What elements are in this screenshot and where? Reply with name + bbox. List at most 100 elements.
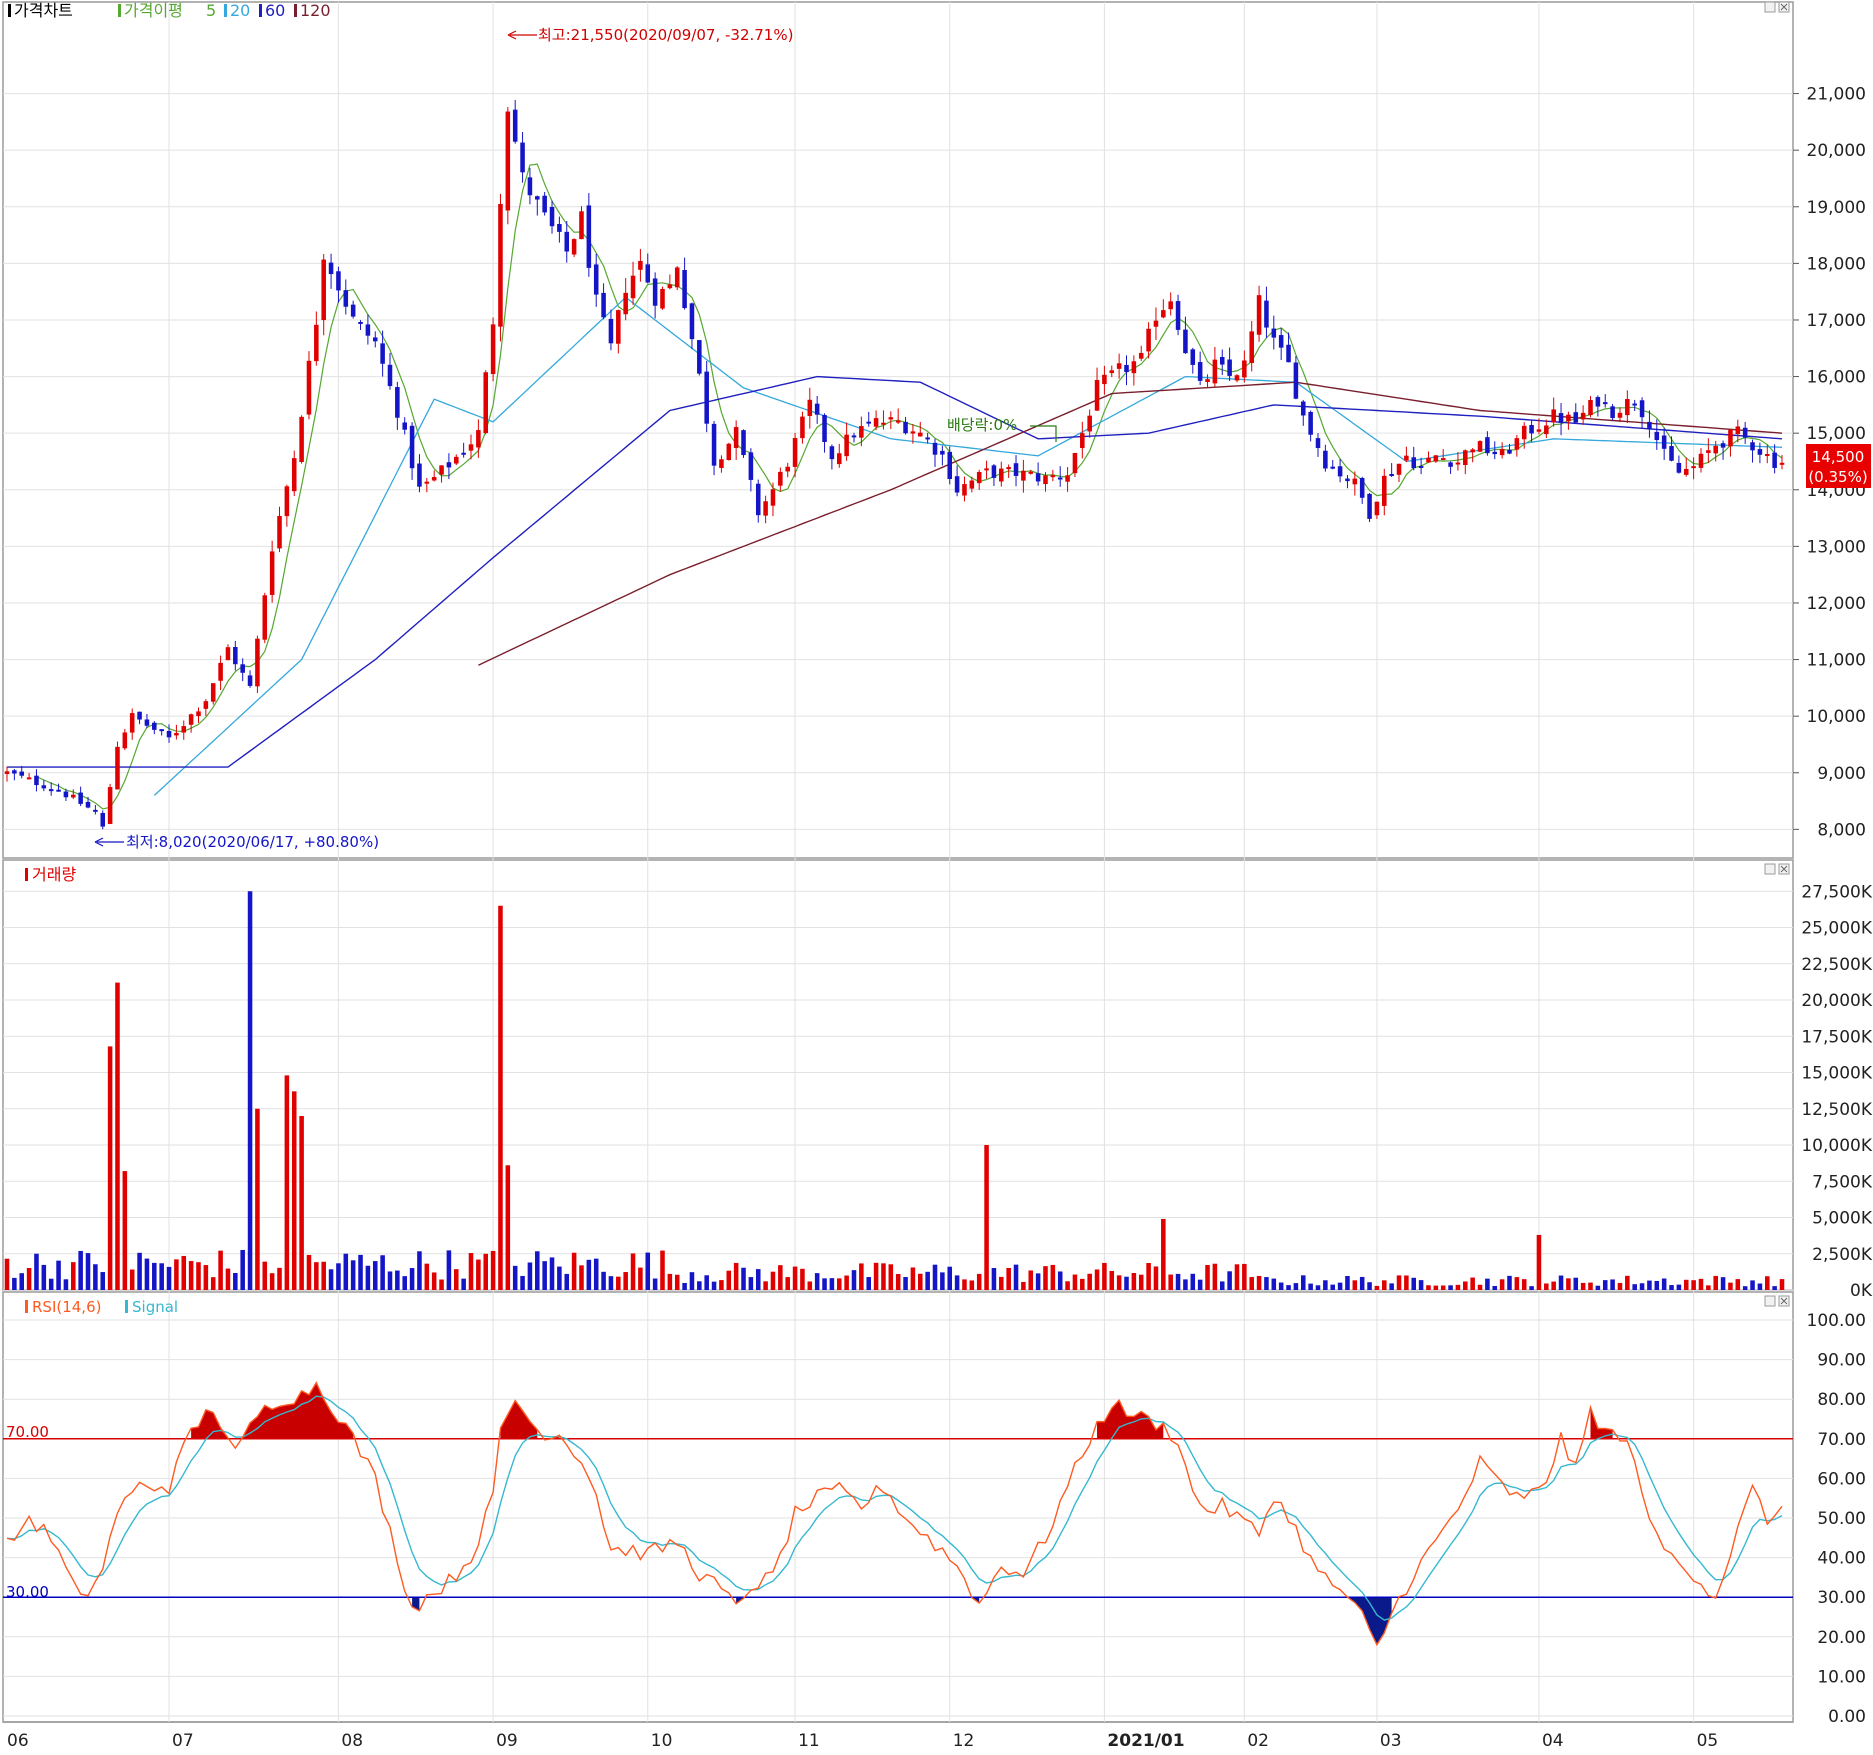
volume-bar-down <box>1323 1280 1328 1290</box>
candle-down <box>1411 457 1417 469</box>
candle-up <box>129 713 135 733</box>
x-tick-label: 11 <box>798 1731 820 1751</box>
volume-bar-down <box>1271 1278 1277 1290</box>
signal-legend: Signal <box>132 1298 178 1316</box>
candle-down <box>358 321 363 324</box>
volume-bar-down <box>1595 1285 1601 1290</box>
candle-up <box>660 288 665 309</box>
volume-bar-down <box>1448 1285 1453 1290</box>
candle-down <box>343 290 349 307</box>
volume-bar-up <box>1566 1278 1571 1290</box>
volume-bar-down <box>829 1278 835 1290</box>
volume-bar-down <box>41 1264 47 1290</box>
volume-bar-up <box>1683 1279 1689 1290</box>
candle-up <box>763 501 768 516</box>
volume-bar-down <box>822 1278 827 1290</box>
x-tick-label: 04 <box>1542 1731 1564 1751</box>
candle-up <box>1440 458 1446 461</box>
volume-tick-label: 17,500K <box>1801 1027 1872 1047</box>
candle-up <box>1514 438 1520 450</box>
volume-bar-up <box>778 1265 783 1290</box>
candle-down <box>409 425 415 469</box>
candle-up <box>299 416 304 462</box>
candle-down <box>549 207 555 227</box>
price-tick-label: 13,000 <box>1807 537 1866 557</box>
candle-down <box>704 371 709 424</box>
candle-down <box>93 809 98 812</box>
candle-down <box>1345 478 1350 482</box>
candle-down <box>689 303 695 340</box>
volume-bar-up <box>1625 1275 1630 1290</box>
volume-bar-down <box>1558 1275 1564 1290</box>
volume-bar-down <box>350 1260 356 1290</box>
minimize-icon[interactable] <box>1764 1295 1776 1307</box>
candle-up <box>1131 361 1137 374</box>
candle-down <box>1610 406 1615 419</box>
volume-bar-up <box>888 1264 894 1290</box>
candle-up <box>1080 433 1085 448</box>
volume-bar-down <box>954 1275 960 1290</box>
volume-bar-down <box>866 1277 871 1290</box>
volume-bar-up <box>1249 1277 1254 1290</box>
candle-up <box>1043 475 1048 485</box>
volume-bar-up <box>277 1267 282 1290</box>
volume-bar-down <box>1632 1284 1637 1290</box>
ma20-legend: 20 <box>230 1 250 20</box>
volume-tick-label: 25,000K <box>1801 919 1872 939</box>
candle-up <box>1212 359 1218 384</box>
candle-up <box>188 714 194 725</box>
candle-down <box>166 730 172 738</box>
candle-up <box>291 458 297 492</box>
volume-bar-up <box>962 1279 967 1290</box>
volume-bar-up <box>667 1273 673 1290</box>
candle-down <box>814 403 820 415</box>
volume-bar-up <box>1404 1275 1409 1290</box>
candle-down <box>512 109 518 142</box>
volume-bar-down <box>233 1273 238 1290</box>
candle-down <box>1602 402 1608 405</box>
candle-up <box>431 477 437 481</box>
rsi-legend-marker <box>25 1300 28 1313</box>
candle-up <box>571 239 577 255</box>
candle-down <box>527 177 533 196</box>
volume-bar-down <box>1345 1276 1350 1290</box>
candle-up <box>255 638 260 687</box>
volume-bar-up <box>314 1262 319 1290</box>
candle-down <box>1529 424 1534 434</box>
volume-legend-marker <box>25 868 28 881</box>
candle-up <box>778 471 783 486</box>
rsi-level-70-label: 70.00 <box>6 1423 49 1441</box>
candle-down <box>328 262 334 275</box>
candle-down <box>48 789 54 792</box>
price-tick-label: 18,000 <box>1807 254 1866 274</box>
candle-down <box>1772 452 1777 468</box>
volume-bar-up <box>188 1261 194 1290</box>
volume-bar-up <box>1499 1279 1505 1290</box>
candle-down <box>159 729 164 732</box>
volume-bar-up <box>203 1265 209 1290</box>
candle-down <box>1197 362 1203 381</box>
candle-up <box>1779 462 1785 465</box>
volume-bar-up <box>1521 1279 1527 1290</box>
candle-down <box>1389 474 1394 477</box>
volume-bar-down <box>1647 1280 1652 1290</box>
volume-bar-up <box>1021 1281 1026 1290</box>
volume-bar-down <box>1190 1273 1196 1290</box>
candle-up <box>196 711 201 717</box>
candle-down <box>1485 437 1490 454</box>
candle-up <box>1551 409 1556 423</box>
candle-down <box>1558 413 1564 423</box>
candle-up <box>284 486 290 517</box>
candle-up <box>26 777 32 780</box>
candle-down <box>991 465 997 478</box>
price-panel-title: 가격차트 <box>14 1 73 20</box>
volume-bar-up <box>476 1259 481 1290</box>
x-tick-label: 2021/01 <box>1107 1731 1184 1751</box>
volume-bar-down <box>395 1270 400 1290</box>
candle-down <box>520 142 525 173</box>
minimize-icon[interactable] <box>1764 1 1776 13</box>
minimize-icon[interactable] <box>1764 863 1776 875</box>
candle-down <box>954 476 960 493</box>
candle-up <box>888 417 894 420</box>
candle-up <box>616 310 621 344</box>
